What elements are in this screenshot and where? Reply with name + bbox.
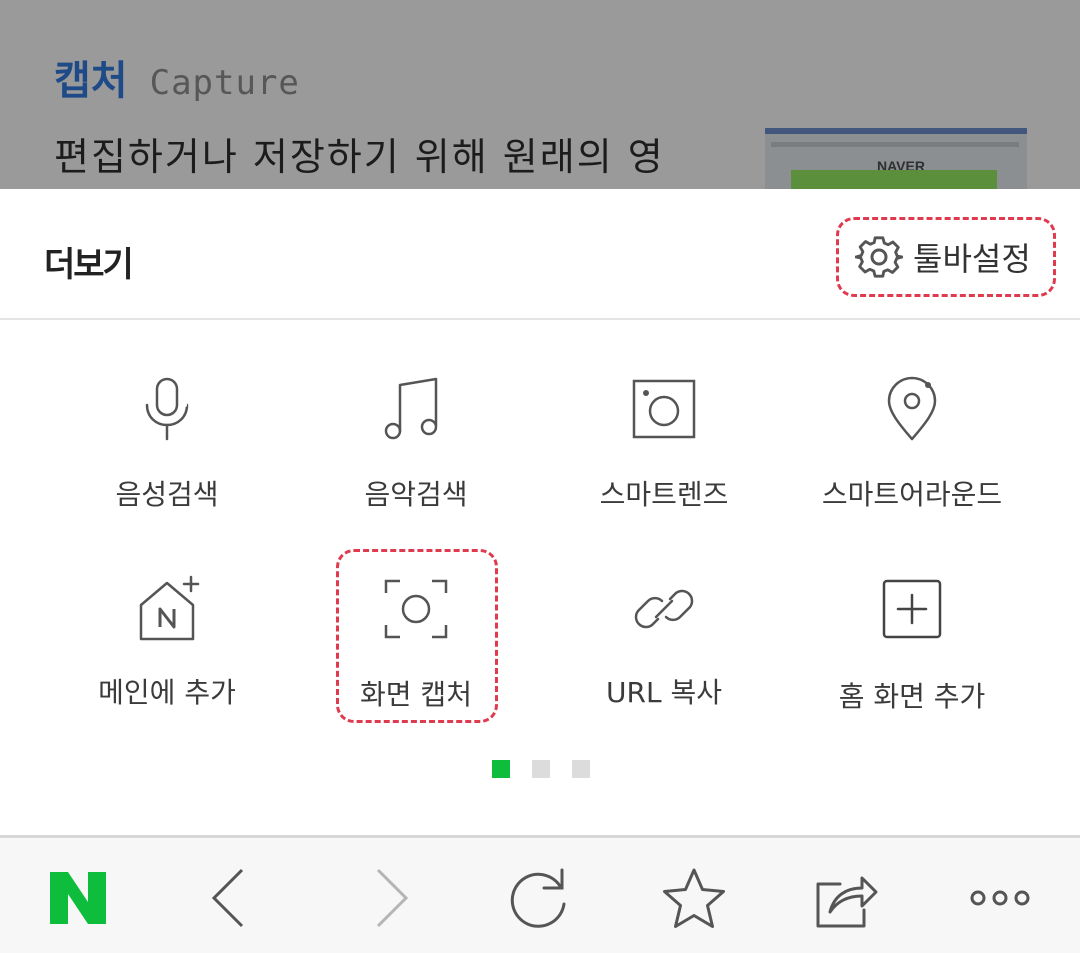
link-icon xyxy=(634,589,694,629)
gear-icon xyxy=(855,236,903,278)
camera-lens-icon xyxy=(632,379,696,439)
more-menu-grid: 음성검색 음악검색 스마트렌즈 스마트어라운드 메인에 추가 화면 캡처 URL… xyxy=(0,321,1080,835)
naver-home-button[interactable] xyxy=(46,866,110,930)
add-to-main-button[interactable]: 메인에 추가 xyxy=(67,567,267,747)
back-icon xyxy=(211,868,244,928)
music-search-button[interactable]: 음악검색 xyxy=(316,369,516,549)
background-title-korean: 캡처 xyxy=(54,58,128,104)
toolbar-settings-label: 툴바설정 xyxy=(913,240,1031,278)
add-to-main-icon xyxy=(139,575,200,641)
voice-search-label: 음성검색 xyxy=(115,478,219,511)
background-title: 캡처 Capture xyxy=(54,48,300,106)
more-button[interactable] xyxy=(968,866,1032,930)
page-indicator xyxy=(492,760,590,778)
add-home-screen-button[interactable]: 홈 화면 추가 xyxy=(812,567,1012,747)
microphone-icon xyxy=(145,377,189,441)
page-dot-2[interactable] xyxy=(532,760,550,778)
refresh-button[interactable] xyxy=(508,866,572,930)
background-title-english: Capture xyxy=(149,63,300,103)
background-text: 편집하거나 저장하기 위해 원래의 영 xyxy=(54,135,665,179)
star-icon xyxy=(663,868,725,928)
bottom-toolbar xyxy=(0,835,1080,953)
back-button[interactable] xyxy=(198,866,262,930)
more-sheet-header: 더보기 툴바설정 xyxy=(0,189,1080,320)
copy-url-button[interactable]: URL 복사 xyxy=(564,567,764,747)
share-icon xyxy=(816,876,878,928)
background-page: 캡처 Capture 편집하거나 저장하기 위해 원래의 영 NAVER xyxy=(0,0,1080,189)
forward-icon xyxy=(376,868,409,928)
page-dot-1[interactable] xyxy=(492,760,510,778)
music-note-icon xyxy=(384,377,438,440)
plus-square-icon xyxy=(882,579,942,639)
smart-lens-label: 스마트렌즈 xyxy=(599,478,729,511)
page-dot-3[interactable] xyxy=(572,760,590,778)
toolbar-settings-button[interactable]: 툴바설정 xyxy=(836,217,1056,297)
add-home-screen-label: 홈 화면 추가 xyxy=(838,680,986,713)
smart-around-label: 스마트어라운드 xyxy=(821,478,1003,511)
location-pin-icon xyxy=(887,376,937,441)
sheet-title: 더보기 xyxy=(44,245,134,285)
background-thumbnail: NAVER xyxy=(765,128,1027,189)
bookmark-button[interactable] xyxy=(662,866,726,930)
copy-url-label: URL 복사 xyxy=(606,676,722,709)
add-to-main-label: 메인에 추가 xyxy=(98,676,236,709)
voice-search-button[interactable]: 음성검색 xyxy=(67,369,267,549)
share-button[interactable] xyxy=(814,866,878,930)
thumbnail-toolbar xyxy=(771,142,1019,147)
music-search-label: 음악검색 xyxy=(364,478,468,511)
refresh-icon xyxy=(510,868,566,928)
more-icon xyxy=(970,890,1030,906)
smart-lens-button[interactable]: 스마트렌즈 xyxy=(564,369,764,549)
capture-highlight-marker xyxy=(336,549,498,723)
smart-around-button[interactable]: 스마트어라운드 xyxy=(812,369,1012,549)
thumbnail-search-area xyxy=(791,170,997,189)
naver-logo-icon xyxy=(50,872,106,924)
forward-button[interactable] xyxy=(358,866,422,930)
